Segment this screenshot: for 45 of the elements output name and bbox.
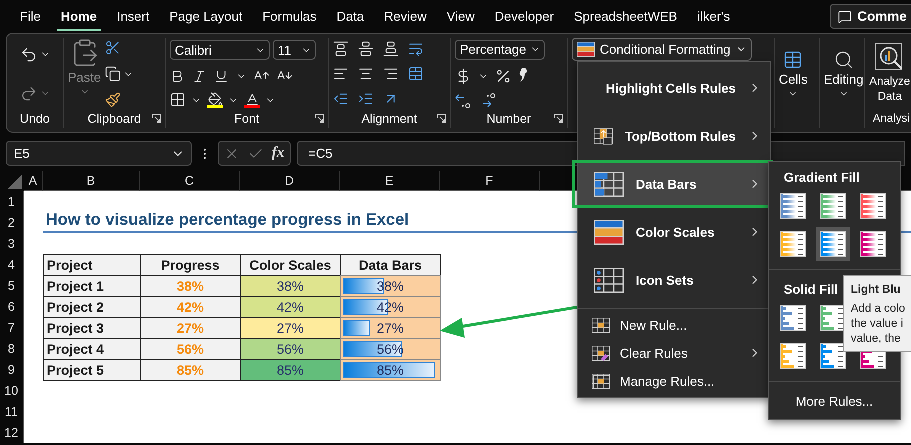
row-number: 2: [0, 212, 24, 233]
table-cell: 56%: [140, 338, 241, 360]
row-number: 12: [0, 422, 24, 443]
row-number: 8: [0, 338, 24, 359]
table-cell: Project 4: [43, 338, 141, 360]
table-header-cell: Color Scales: [240, 254, 341, 276]
row-number: 6: [0, 296, 24, 317]
color-scale-cell: 85%: [240, 359, 341, 381]
color-scale-cell: 42%: [240, 296, 341, 318]
row-number: 3: [0, 233, 24, 254]
table-header-cell: Data Bars: [340, 254, 441, 276]
row-number: 7: [0, 317, 24, 338]
row-number: 1: [0, 191, 24, 212]
table-cell: 42%: [140, 296, 241, 318]
group-label: Alignment: [362, 112, 418, 126]
row-number: 10: [0, 380, 24, 401]
row-number: 4: [0, 254, 24, 275]
color-scale-cell: 27%: [240, 317, 341, 339]
group-label: Clipboard: [88, 112, 142, 126]
table-cell: 85%: [140, 359, 241, 381]
tooltip-text: Add a colo: [851, 302, 906, 317]
table-cell: Project 5: [43, 359, 141, 381]
color-scale-cell: 56%: [240, 338, 341, 360]
row-number: 9: [0, 359, 24, 380]
table-cell: Project 1: [43, 275, 141, 297]
section-title: Gradient Fill: [784, 170, 860, 185]
color-scale-cell: 38%: [240, 275, 341, 297]
row-number: 5: [0, 275, 24, 296]
section-title: Solid Fill: [784, 282, 838, 297]
tooltip-text: value, the: [851, 332, 901, 347]
group-label: Analysi: [872, 113, 910, 125]
table-cell: Project 2: [43, 296, 141, 318]
table-cell: 27%: [140, 317, 241, 339]
table-cell-text: 27%: [376, 320, 404, 336]
tooltip-text: the value i: [851, 317, 904, 332]
table-header-cell: Project: [43, 254, 141, 276]
tooltip-title: Light Blu: [851, 284, 901, 296]
group-label: Number: [486, 112, 532, 126]
table-cell: Project 3: [43, 317, 141, 339]
table-cell-text: 85%: [376, 362, 404, 378]
table-cell: 38%: [140, 275, 241, 297]
group-label: Undo: [20, 112, 50, 126]
table-header-cell: Progress: [140, 254, 241, 276]
group-label: Font: [234, 112, 260, 126]
row-number: 11: [0, 401, 24, 422]
